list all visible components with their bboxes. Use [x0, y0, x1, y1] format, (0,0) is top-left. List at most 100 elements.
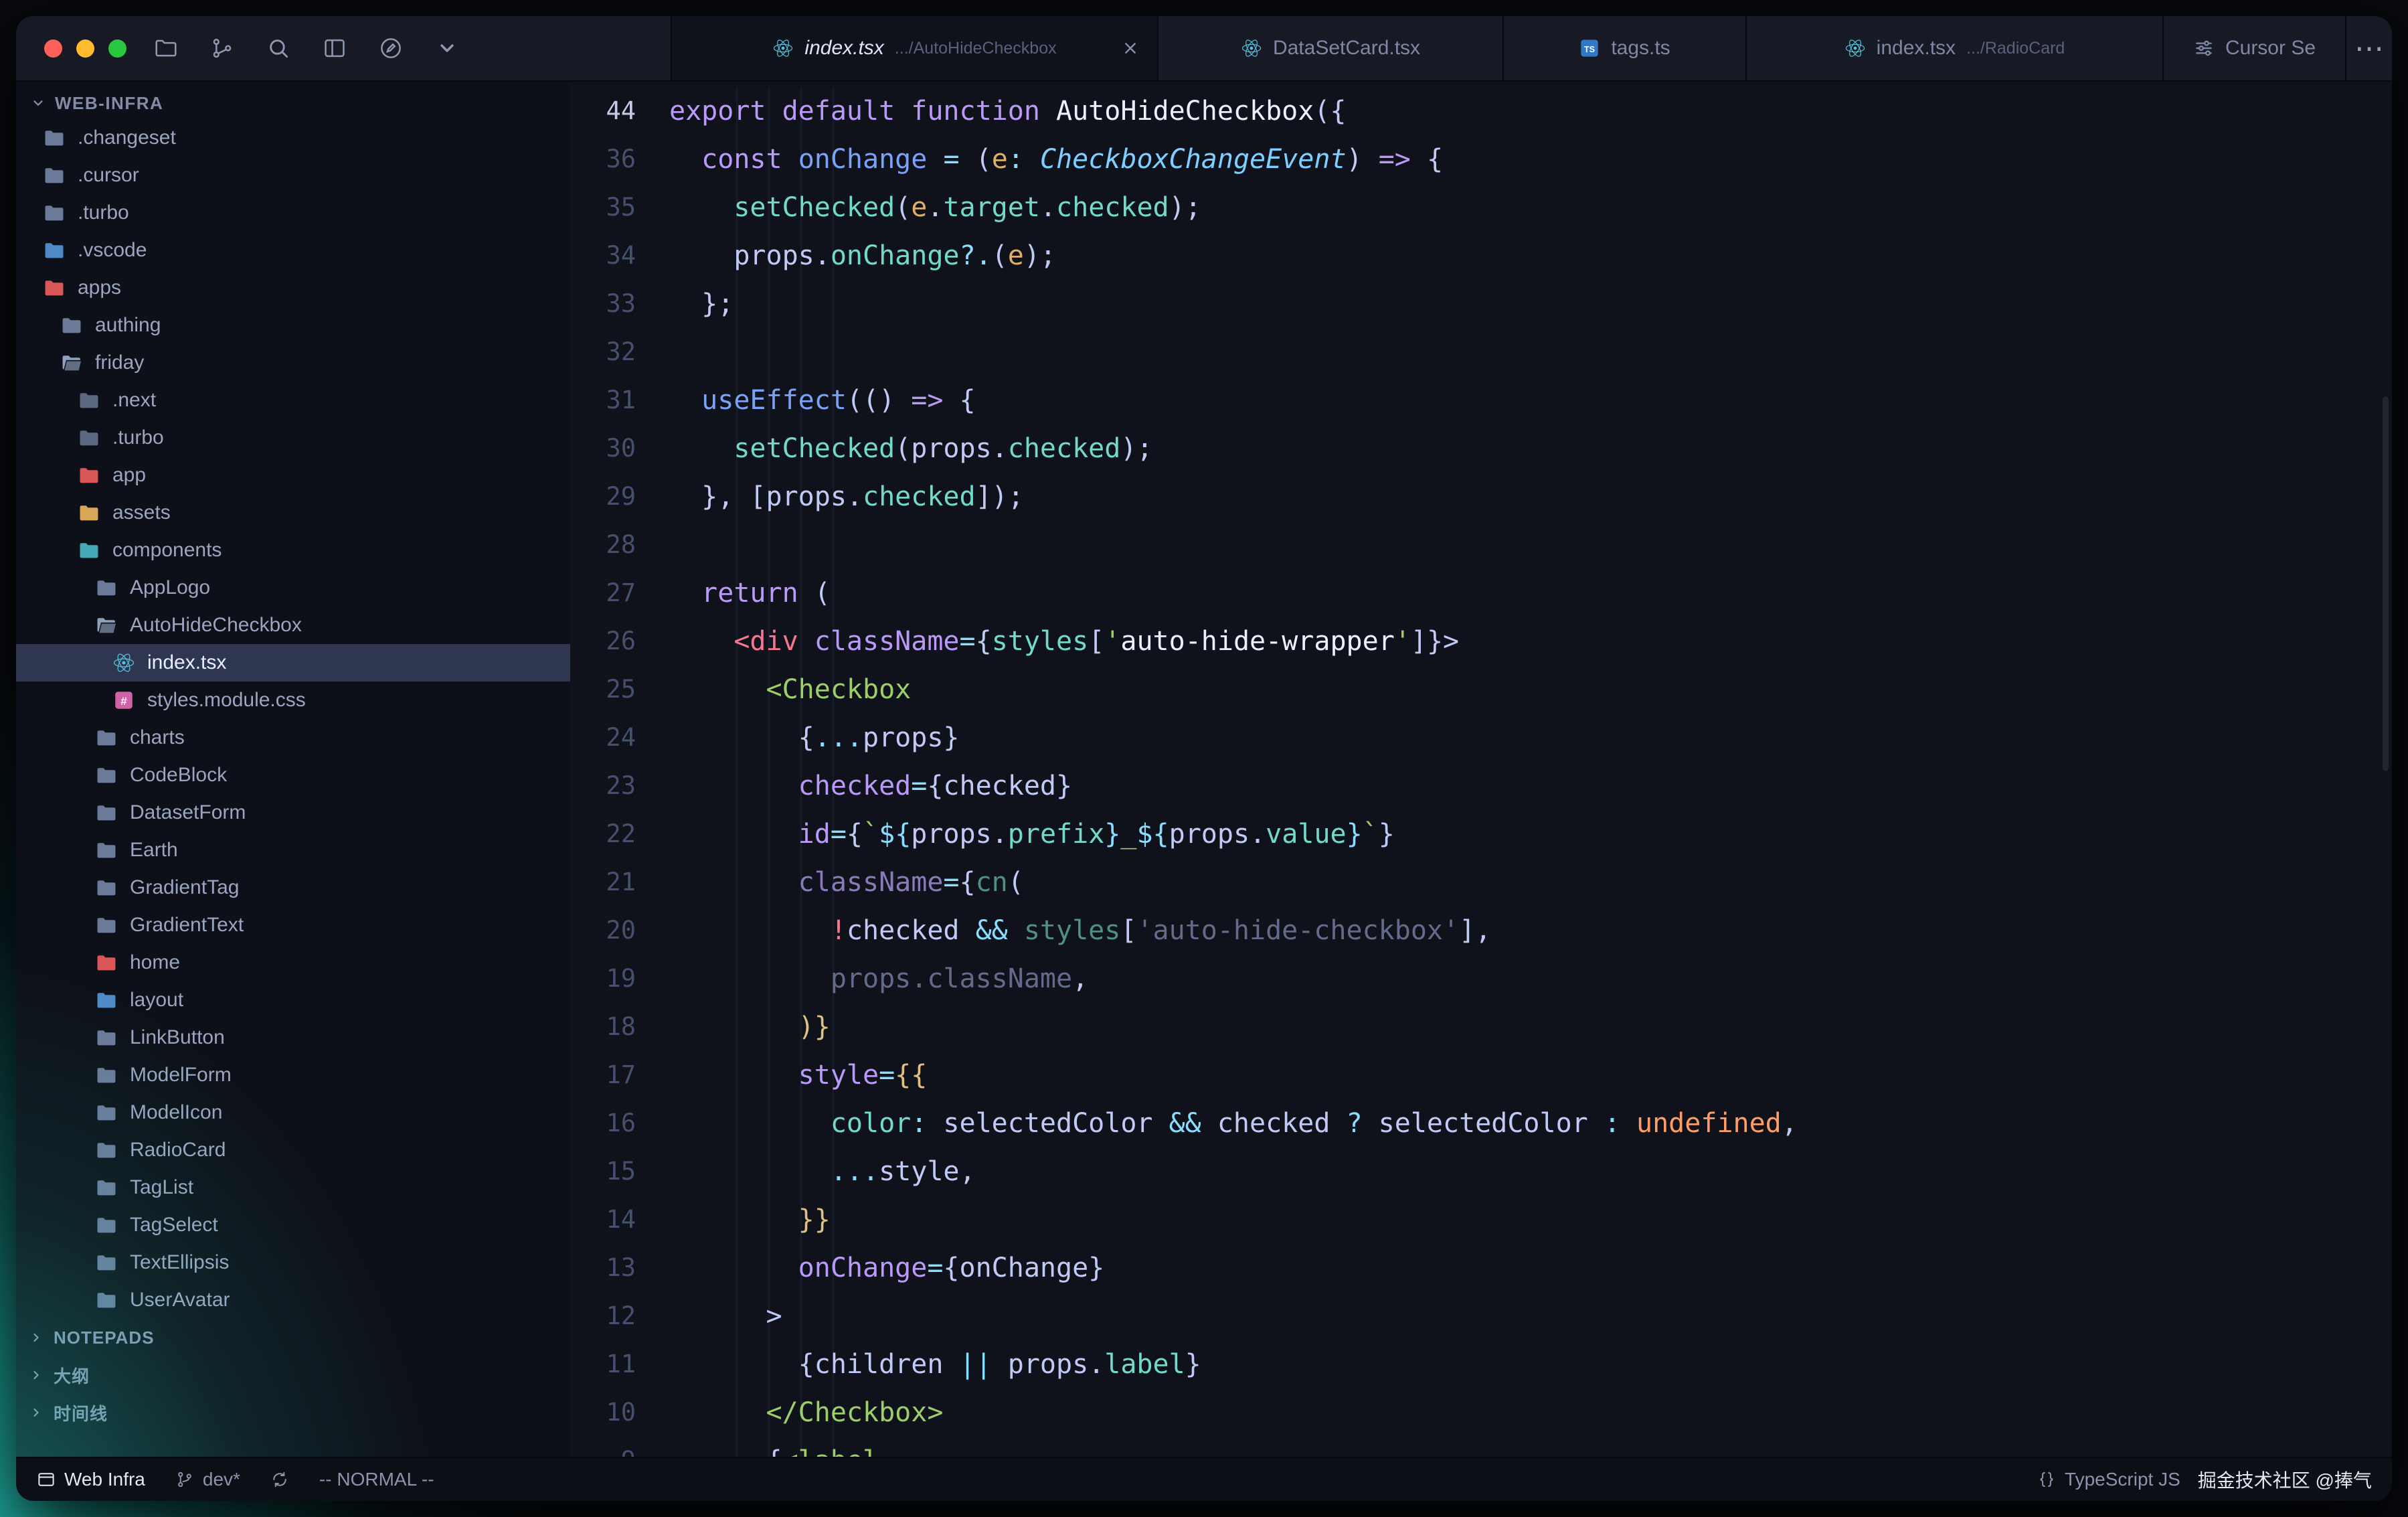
tree-item-autohidecheckbox[interactable]: AutoHideCheckbox [16, 607, 570, 644]
code-line-33[interactable]: 33 }; [570, 280, 2392, 328]
tree-item-friday[interactable]: friday [16, 344, 570, 382]
editor-scrollbar[interactable] [2383, 396, 2389, 771]
line-number[interactable]: 30 [570, 424, 669, 473]
line-number[interactable]: 9 [570, 1437, 669, 1457]
tab-tags-ts[interactable]: TStags.ts [1502, 16, 1745, 80]
layout-panels-icon[interactable] [322, 35, 347, 61]
tab-index-tsx-autohidecheckbox[interactable]: index.tsx.../AutoHideCheckbox [671, 16, 1157, 80]
vim-mode[interactable]: -- NORMAL -- [319, 1469, 434, 1490]
git-branch-status[interactable]: dev* [175, 1469, 240, 1490]
line-number[interactable]: 13 [570, 1244, 669, 1292]
line-number[interactable]: 23 [570, 762, 669, 810]
line-number[interactable]: 44 [570, 87, 669, 135]
code-line-25[interactable]: 25 <Checkbox [570, 665, 2392, 714]
sidebar-section-notepads[interactable]: NOTEPADS [16, 1319, 570, 1356]
code-line-13[interactable]: 13 onChange={onChange} [570, 1244, 2392, 1292]
tree-item-radiocard[interactable]: RadioCard [16, 1131, 570, 1169]
tree-item-changeset[interactable]: .changeset [16, 119, 570, 157]
code-line-31[interactable]: 31 useEffect(() => { [570, 376, 2392, 424]
tree-item-home[interactable]: home [16, 944, 570, 981]
tree-item-turbo[interactable]: .turbo [16, 194, 570, 232]
tree-item-apps[interactable]: apps [16, 269, 570, 307]
tree-item-authing[interactable]: authing [16, 307, 570, 344]
line-number[interactable]: 11 [570, 1340, 669, 1388]
line-number[interactable]: 26 [570, 617, 669, 665]
tree-item-useravatar[interactable]: UserAvatar [16, 1281, 570, 1319]
line-number[interactable]: 14 [570, 1196, 669, 1244]
line-number[interactable]: 28 [570, 521, 669, 569]
code-line-17[interactable]: 17 style={{ [570, 1051, 2392, 1099]
code-line-30[interactable]: 30 setChecked(props.checked); [570, 424, 2392, 473]
tree-item-textellipsis[interactable]: TextEllipsis [16, 1244, 570, 1281]
line-number[interactable]: 21 [570, 858, 669, 906]
tab-overflow-button[interactable]: ⋯ [2345, 16, 2392, 80]
tree-item-applogo[interactable]: AppLogo [16, 569, 570, 607]
tab-cursor-se[interactable]: Cursor Se [2162, 16, 2345, 80]
tab-index-tsx-radiocard[interactable]: index.tsx.../RadioCard [1745, 16, 2162, 80]
close-tab-icon[interactable] [1120, 37, 1141, 59]
tree-item-gradienttag[interactable]: GradientTag [16, 869, 570, 906]
line-number[interactable]: 15 [570, 1147, 669, 1196]
line-number[interactable]: 10 [570, 1388, 669, 1437]
tree-item-earth[interactable]: Earth [16, 831, 570, 869]
sidebar-section-时间线[interactable]: 时间线 [16, 1394, 570, 1431]
code-line-28[interactable]: 28 [570, 521, 2392, 569]
sidebar-section-大纲[interactable]: 大纲 [16, 1356, 570, 1394]
code-line-27[interactable]: 27 return ( [570, 569, 2392, 617]
line-number[interactable]: 27 [570, 569, 669, 617]
code-line-23[interactable]: 23 checked={checked} [570, 762, 2392, 810]
code-line-16[interactable]: 16 color: selectedColor && checked ? sel… [570, 1099, 2392, 1147]
line-number[interactable]: 36 [570, 135, 669, 183]
line-number[interactable]: 22 [570, 810, 669, 858]
code-line-19[interactable]: 19 props.className, [570, 955, 2392, 1003]
line-number[interactable]: 18 [570, 1003, 669, 1051]
line-number[interactable]: 32 [570, 328, 669, 376]
workspace-header[interactable]: WEB-INFRA [16, 87, 570, 119]
code-line-26[interactable]: 26 <div className={styles['auto-hide-wra… [570, 617, 2392, 665]
tree-item-components[interactable]: components [16, 532, 570, 569]
open-folder-icon[interactable] [153, 35, 179, 61]
tab-datasetcard-tsx[interactable]: DataSetCard.tsx [1157, 16, 1502, 80]
code-line-12[interactable]: 12 > [570, 1292, 2392, 1340]
tree-item-next[interactable]: .next [16, 382, 570, 419]
line-number[interactable]: 25 [570, 665, 669, 714]
line-number[interactable]: 31 [570, 376, 669, 424]
code-line-34[interactable]: 34 props.onChange?.(e); [570, 232, 2392, 280]
code-line-18[interactable]: 18 )} [570, 1003, 2392, 1051]
line-number[interactable]: 33 [570, 280, 669, 328]
line-number[interactable]: 16 [570, 1099, 669, 1147]
line-number[interactable]: 17 [570, 1051, 669, 1099]
code-line-10[interactable]: 10 </Checkbox> [570, 1388, 2392, 1437]
line-number[interactable]: 24 [570, 714, 669, 762]
tree-item-charts[interactable]: charts [16, 719, 570, 756]
tree-item-vscode[interactable]: .vscode [16, 232, 570, 269]
tree-item-modelform[interactable]: ModelForm [16, 1056, 570, 1094]
zoom-window-button[interactable] [108, 39, 126, 58]
line-number[interactable]: 12 [570, 1292, 669, 1340]
tree-item-taglist[interactable]: TagList [16, 1169, 570, 1206]
tree-item-app[interactable]: app [16, 457, 570, 494]
code-line-44[interactable]: 44export default function AutoHideCheckb… [570, 87, 2392, 135]
tree-item-modelicon[interactable]: ModelIcon [16, 1094, 570, 1131]
language-mode[interactable]: TypeScript JS [2037, 1469, 2180, 1490]
code-line-9[interactable]: 9 {<label [570, 1437, 2392, 1457]
tree-item-codeblock[interactable]: CodeBlock [16, 756, 570, 794]
code-editor[interactable]: 44export default function AutoHideCheckb… [570, 82, 2392, 1457]
workspace-indicator[interactable]: Web Infra [36, 1469, 145, 1490]
code-line-35[interactable]: 35 setChecked(e.target.checked); [570, 183, 2392, 232]
code-line-36[interactable]: 36 const onChange = (e: CheckboxChangeEv… [570, 135, 2392, 183]
search-icon[interactable] [266, 35, 291, 61]
tree-item-tagselect[interactable]: TagSelect [16, 1206, 570, 1244]
code-line-32[interactable]: 32 [570, 328, 2392, 376]
code-line-11[interactable]: 11 {children || props.label} [570, 1340, 2392, 1388]
tree-item-linkbutton[interactable]: LinkButton [16, 1019, 570, 1056]
code-line-22[interactable]: 22 id={`${props.prefix}_${props.value}`} [570, 810, 2392, 858]
ai-edit-icon[interactable] [378, 35, 404, 61]
tree-item-styles-module-css[interactable]: #styles.module.css [16, 682, 570, 719]
tree-item-index-tsx[interactable]: index.tsx [16, 644, 570, 682]
line-number[interactable]: 20 [570, 906, 669, 955]
tree-item-datasetform[interactable]: DatasetForm [16, 794, 570, 831]
tree-item-layout[interactable]: layout [16, 981, 570, 1019]
tree-item-assets[interactable]: assets [16, 494, 570, 532]
code-line-21[interactable]: 21 className={cn( [570, 858, 2392, 906]
